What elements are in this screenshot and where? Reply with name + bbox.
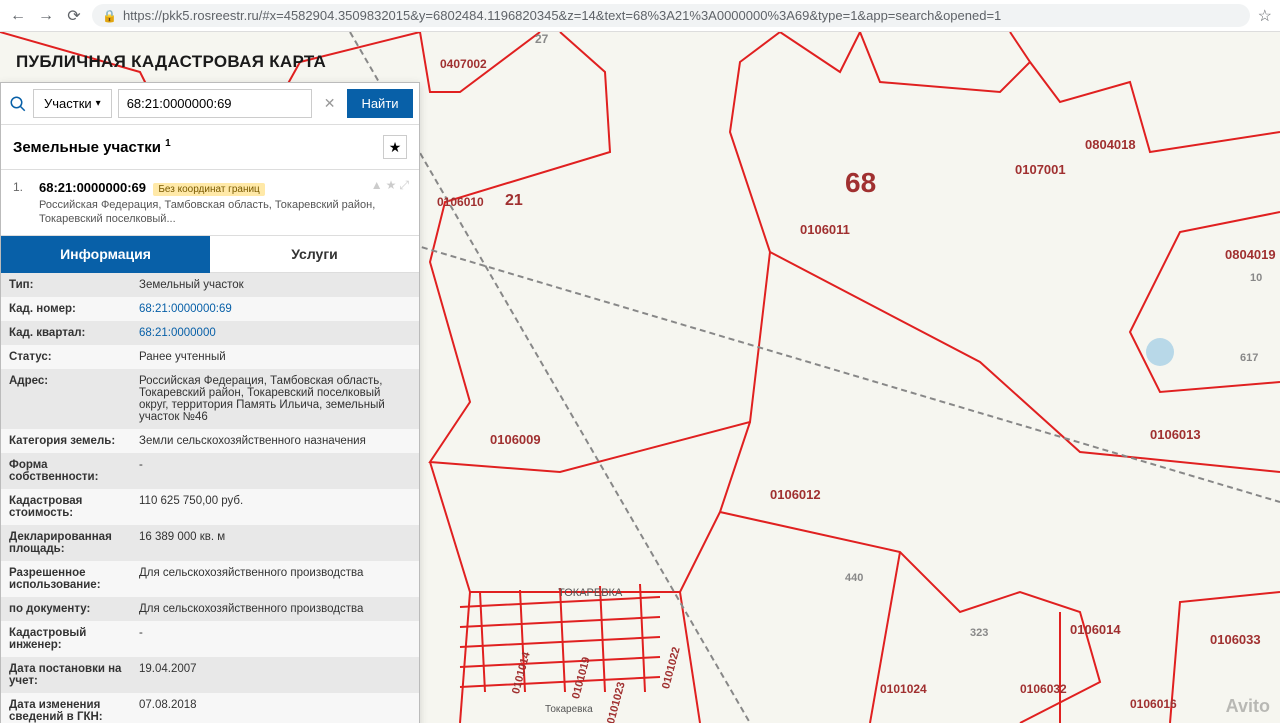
url-bar[interactable]: 🔒 https://pkk5.rosreestr.ru/#x=4582904.3… [92, 4, 1250, 27]
details-label: Кад. номер: [1, 297, 131, 321]
url-text: https://pkk5.rosreestr.ru/#x=4582904.350… [123, 8, 1240, 23]
details-label: Тип: [1, 273, 131, 297]
details-value: 19.04.2007 [131, 657, 419, 693]
browser-bar: ← → ⟳ 🔒 https://pkk5.rosreestr.ru/#x=458… [0, 0, 1280, 32]
details-row: Декларированная площадь:16 389 000 кв. м [1, 525, 419, 561]
details-value: Земельный участок [131, 273, 419, 297]
details-label: Дата постановки на учет: [1, 657, 131, 693]
results-title-text: Земельные участки [13, 139, 161, 156]
result-address: Российская Федерация, Тамбовская область… [39, 198, 407, 227]
details-row: Разрешенное использование:Для сельскохоз… [1, 561, 419, 597]
details-label: по документу: [1, 597, 131, 621]
details-row: Кад. квартал:68:21:0000000 [1, 321, 419, 345]
details-row: Форма собственности:- [1, 453, 419, 489]
details-row: Кадастровая стоимость:110 625 750,00 руб… [1, 489, 419, 525]
details-row: Дата изменения сведений в ГКН:07.08.2018 [1, 693, 419, 723]
details-value: Для сельскохозяйственного производства [131, 597, 419, 621]
details-label: Разрешенное использование: [1, 561, 131, 597]
app-title: ПУБЛИЧНАЯ КАДАСТРОВАЯ КАРТА [16, 52, 326, 72]
results-title: Земельные участки 1 [13, 138, 171, 156]
result-item[interactable]: 1. 68:21:0000000:69 Без координат границ… [1, 170, 419, 236]
star-icon[interactable]: ★ [386, 178, 397, 193]
details-value: Ранее учтенный [131, 345, 419, 369]
details-value: 16 389 000 кв. м [131, 525, 419, 561]
lock-icon: 🔒 [102, 9, 117, 23]
details-label: Категория земель: [1, 429, 131, 453]
search-input[interactable] [118, 89, 312, 118]
no-coords-badge: Без координат границ [153, 183, 264, 196]
forward-icon[interactable]: → [36, 6, 56, 26]
details-label: Декларированная площадь: [1, 525, 131, 561]
reload-icon[interactable]: ⟳ [64, 6, 84, 26]
details-label: Форма собственности: [1, 453, 131, 489]
details-row: по документу:Для сельскохозяйственного п… [1, 597, 419, 621]
details-row: Тип:Земельный участок [1, 273, 419, 297]
result-actions: ▲ ★ ⤢ [371, 178, 409, 193]
search-icon[interactable] [9, 90, 27, 118]
viewport: ПУБЛИЧНАЯ КАДАСТРОВАЯ КАРТА 68 21 27 040… [0, 32, 1280, 723]
expand-icon[interactable]: ⤢ [399, 178, 409, 193]
tab-info[interactable]: Информация [1, 236, 210, 273]
result-id: 68:21:0000000:69 [39, 180, 146, 195]
dropdown-label: Участки [44, 96, 92, 111]
details-row: Дата постановки на учет:19.04.2007 [1, 657, 419, 693]
details-row: Статус:Ранее учтенный [1, 345, 419, 369]
details-row: Категория земель:Земли сельскохозяйствен… [1, 429, 419, 453]
results-count: 1 [165, 138, 171, 149]
result-index: 1. [13, 180, 23, 194]
details-table: Тип:Земельный участокКад. номер:68:21:00… [1, 273, 419, 723]
warning-icon[interactable]: ▲ [371, 178, 383, 193]
back-icon[interactable]: ← [8, 6, 28, 26]
search-row: Участки ✕ Найти [1, 83, 419, 125]
details-row: Кадастровый инженер:- [1, 621, 419, 657]
details-value: Для сельскохозяйственного производства [131, 561, 419, 597]
details-label: Дата изменения сведений в ГКН: [1, 693, 131, 723]
tab-services[interactable]: Услуги [210, 236, 419, 273]
details-value: 110 625 750,00 руб. [131, 489, 419, 525]
details-value[interactable]: 68:21:0000000 [131, 321, 419, 345]
clear-search-icon[interactable]: ✕ [318, 95, 342, 112]
details-value: Земли сельскохозяйственного назначения [131, 429, 419, 453]
details-row: Адрес:Российская Федерация, Тамбовская о… [1, 369, 419, 429]
details-label: Кадастровый инженер: [1, 621, 131, 657]
results-header: Земельные участки 1 ★ [1, 125, 419, 170]
details-label: Кадастровая стоимость: [1, 489, 131, 525]
details-row: Кад. номер:68:21:0000000:69 [1, 297, 419, 321]
details-value: - [131, 621, 419, 657]
tabs: Информация Услуги [1, 236, 419, 273]
bookmark-star-icon[interactable]: ☆ [1258, 6, 1272, 26]
object-type-dropdown[interactable]: Участки [33, 89, 112, 118]
favorite-star-icon[interactable]: ★ [383, 135, 407, 159]
details-value: - [131, 453, 419, 489]
details-value: 07.08.2018 [131, 693, 419, 723]
details-label: Статус: [1, 345, 131, 369]
details-value: Российская Федерация, Тамбовская область… [131, 369, 419, 429]
details-value[interactable]: 68:21:0000000:69 [131, 297, 419, 321]
search-panel: Участки ✕ Найти Земельные участки 1 ★ 1.… [0, 82, 420, 723]
watermark: Avito [1226, 696, 1270, 717]
details-label: Кад. квартал: [1, 321, 131, 345]
find-button[interactable]: Найти [347, 89, 412, 118]
details-label: Адрес: [1, 369, 131, 429]
